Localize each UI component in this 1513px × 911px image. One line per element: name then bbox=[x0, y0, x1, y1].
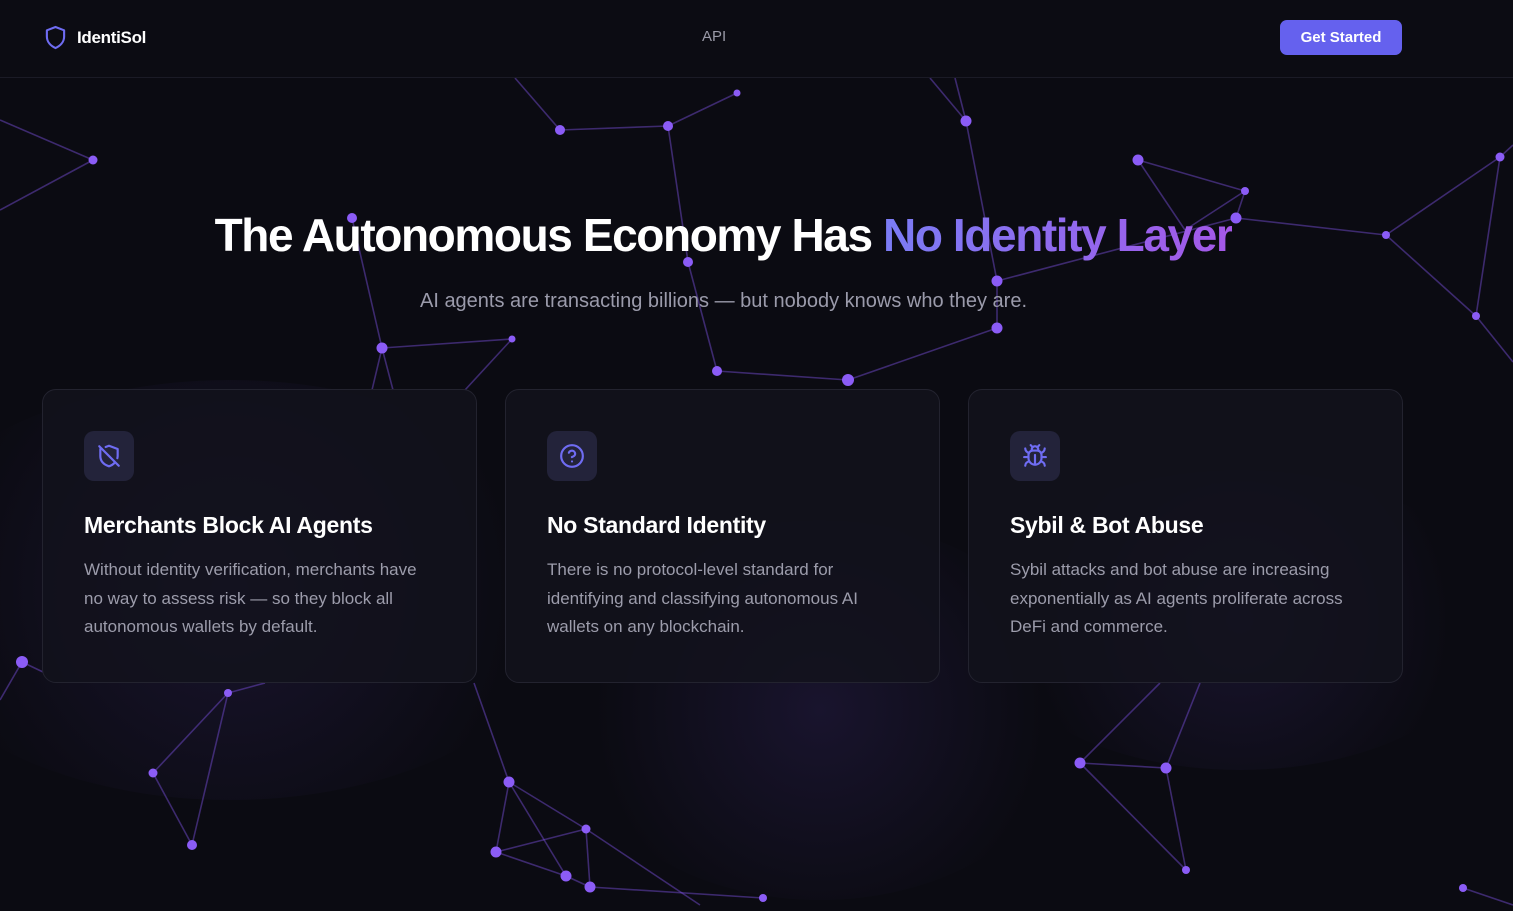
hero-title: The Autonomous Economy Has No Identity L… bbox=[0, 206, 1447, 264]
card-icon-box bbox=[84, 431, 134, 481]
page: IdentiSol API Get Started The Autonomous… bbox=[0, 0, 1513, 911]
shield-off-icon bbox=[98, 444, 120, 468]
hero-title-main: The Autonomous Economy Has bbox=[214, 209, 884, 261]
question-circle-icon bbox=[560, 444, 584, 468]
card-title: No Standard Identity bbox=[547, 512, 766, 538]
feature-card-merchants: Merchants Block AI Agents Without identi… bbox=[42, 389, 477, 683]
hero-subtitle: AI agents are transacting billions — but… bbox=[419, 290, 1027, 312]
feature-card-standard: No Standard Identity There is no protoco… bbox=[505, 389, 940, 683]
brand-logo-link[interactable]: IdentiSol bbox=[44, 25, 146, 50]
hero-section: The Autonomous Economy Has No Identity L… bbox=[0, 206, 1447, 314]
hero-title-accent: No Identity Layer bbox=[883, 209, 1234, 261]
card-description: Sybil attacks and bot abuse are increasi… bbox=[1010, 560, 1343, 636]
card-title: Sybil & Bot Abuse bbox=[1010, 512, 1204, 538]
shield-outline-icon bbox=[45, 25, 66, 50]
card-icon-box bbox=[1010, 431, 1060, 481]
feature-card-sybil: Sybil & Bot Abuse Sybil attacks and bot … bbox=[968, 389, 1403, 683]
card-icon-box bbox=[547, 431, 597, 481]
card-description: There is no protocol-level standard for … bbox=[547, 560, 858, 636]
nav-link-api[interactable]: API bbox=[702, 28, 726, 45]
top-navbar: IdentiSol API Get Started bbox=[0, 0, 1513, 78]
get-started-button[interactable]: Get Started bbox=[1280, 20, 1402, 55]
bug-icon bbox=[1023, 444, 1047, 467]
card-description: Without identity verification, merchants… bbox=[84, 560, 417, 636]
brand-name: IdentiSol bbox=[77, 27, 147, 47]
card-title: Merchants Block AI Agents bbox=[84, 512, 373, 538]
